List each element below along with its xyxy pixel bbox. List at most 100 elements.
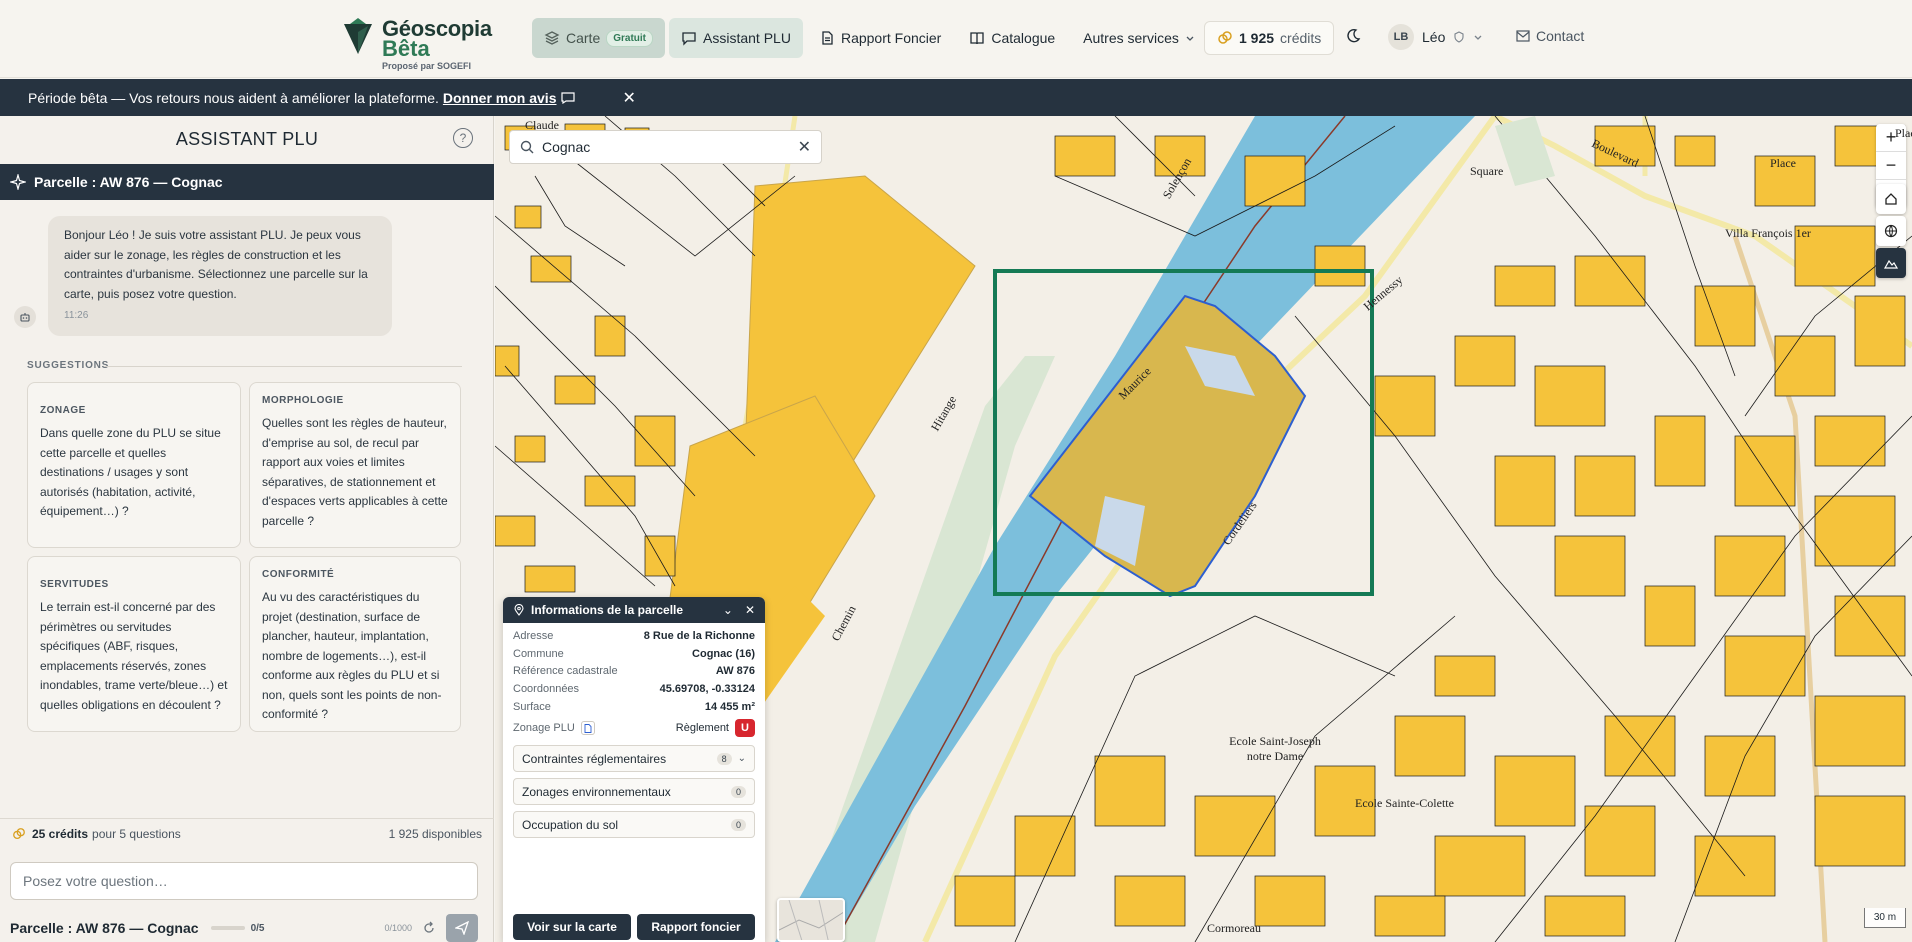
info-row: Commune Cognac (16) [513, 645, 755, 663]
logo-tagline: Proposé par SOGEFI [382, 61, 472, 71]
question-count: 0/5 [250, 922, 265, 934]
nav-catalogue[interactable]: Catalogue [957, 18, 1067, 58]
banner-close-icon[interactable]: ✕ [623, 88, 636, 108]
map-label: Claude [525, 118, 559, 132]
chat-icon [682, 32, 696, 46]
accordion-label: Contraintes réglementaires [522, 751, 667, 766]
map-label: Ecole Saint-Joseph notre Dame [1229, 734, 1321, 763]
suggestion-card-morphologie[interactable]: MORPHOLOGIE Quelles sont les règles de h… [249, 382, 461, 548]
suggestion-key: SERVITUDES [40, 579, 109, 590]
suggestion-key: ZONAGE [40, 405, 86, 416]
assistant-message-text: Bonjour Léo ! Je suis votre assistant PL… [64, 228, 368, 301]
panel-title: ASSISTANT PLU [175, 128, 319, 149]
credits-unit: crédits [1280, 30, 1322, 46]
parcel-info-card: Informations de la parcelle ⌄ ✕ Adresse 8… [503, 597, 765, 942]
main-nav: Carte Gratuit Assistant PLU Rapport Fonc… [532, 18, 1207, 58]
nav-assistant-plu[interactable]: Assistant PLU [669, 18, 803, 58]
basemap-thumbnail [779, 900, 843, 940]
assistant-panel: ASSISTANT PLU ? Parcelle : AW 876 — Cogn… [0, 116, 494, 942]
available-credits: 1 925 disponibles [388, 826, 482, 841]
layers-icon [544, 31, 560, 45]
beta-banner: Période bêta — Vos retours nous aident à… [0, 79, 1912, 116]
suggestion-card-conformite[interactable]: CONFORMITÉ Au vu des caractéristiques du… [249, 556, 461, 732]
home-button[interactable] [1876, 184, 1906, 214]
help-icon[interactable]: ? [453, 128, 473, 148]
map-scale: 30 m [1864, 908, 1906, 928]
selected-parcel-label: Parcelle : AW 876 — Cognac [34, 174, 223, 190]
chevron-down-icon [1474, 35, 1482, 40]
terrain-button[interactable] [1876, 248, 1906, 278]
suggestion-card-zonage[interactable]: ZONAGE Dans quelle zone du PLU se situe … [27, 382, 241, 548]
info-row: Coordonnées 45.69708, -0.33124 [513, 680, 755, 698]
close-icon[interactable]: ✕ [745, 603, 755, 617]
nav-carte[interactable]: Carte Gratuit [532, 18, 666, 58]
info-label: Surface [513, 700, 551, 713]
zonage-label: Zonage PLU [513, 722, 575, 735]
info-value: 45.69708, -0.33124 [659, 682, 755, 695]
document-icon[interactable] [580, 721, 595, 736]
accordion-zonages-env[interactable]: Zonages environnementaux 0 [513, 778, 755, 806]
char-count: 0/1000 [384, 923, 412, 933]
parcel-info-header: Informations de la parcelle ⌄ ✕ [503, 597, 765, 623]
clear-search-icon[interactable]: ✕ [798, 137, 811, 157]
nav-autres-services[interactable]: Autres services [1071, 18, 1207, 58]
moon-icon[interactable] [1345, 28, 1361, 44]
map-search-value[interactable]: Cognac [542, 139, 590, 155]
suggestion-text: Dans quelle zone du PLU se situe cette p… [40, 426, 221, 518]
composer-parcel: Parcelle : AW 876 — Cognac [10, 920, 199, 936]
chevron-down-icon [1186, 36, 1194, 41]
message-time: 11:26 [64, 310, 89, 321]
info-value: 8 Rue de la Richonne [643, 629, 755, 642]
globe-button[interactable] [1876, 216, 1906, 246]
credits-pill[interactable]: 1 925 crédits [1204, 21, 1335, 55]
credits-footer: 25 crédits pour 5 questions 1 925 dispon… [0, 818, 494, 848]
suggestion-key: CONFORMITÉ [262, 569, 335, 580]
contact-link[interactable]: Contact [1516, 28, 1584, 44]
accordion-count: 0 [730, 785, 746, 798]
info-value: 14 455 m² [704, 700, 755, 713]
parcel-info-title: Informations de la parcelle [531, 603, 684, 617]
map-label: Place [1895, 126, 1912, 140]
nav-carte-label: Carte [566, 30, 601, 46]
suggestion-text: Quelles sont les règles de hauteur, d'em… [262, 416, 448, 528]
map-label: Square [1470, 164, 1504, 178]
user-name: Léo [1422, 29, 1446, 45]
basemap-switcher[interactable] [777, 898, 845, 942]
zonage-row: Zonage PLU Règlement U [513, 717, 755, 739]
suggestion-card-servitudes[interactable]: SERVITUDES Le terrain est-il concerné pa… [27, 556, 241, 732]
land-report-button[interactable]: Rapport foncier [637, 914, 755, 940]
question-cost-suffix: pour 5 questions [92, 826, 181, 841]
nav-rapport-foncier[interactable]: Rapport Foncier [807, 18, 953, 58]
accordion-contraintes[interactable]: Contraintes réglementaires 8 ⌄ [513, 745, 755, 773]
document-icon [822, 31, 833, 45]
mountain-icon [1884, 259, 1898, 269]
zoom-out-button[interactable]: − [1876, 152, 1906, 180]
suggestion-text: Au vu des caractéristiques du projet (de… [262, 590, 442, 721]
accordion-label: Occupation du sol [522, 817, 619, 832]
user-menu[interactable]: LB Léo [1388, 24, 1483, 50]
send-button[interactable] [446, 914, 478, 942]
assistant-message: Bonjour Léo ! Je suis votre assistant PL… [48, 216, 392, 336]
info-row: Surface 14 455 m² [513, 698, 755, 716]
accordion-occupation-sol[interactable]: Occupation du sol 0 [513, 811, 755, 839]
progress-track [210, 926, 245, 930]
book-icon [970, 32, 984, 45]
logo-beta: Bêta [382, 36, 430, 61]
reset-icon[interactable] [422, 921, 436, 935]
suggestion-text: Le terrain est-il concerné par des périm… [40, 600, 228, 712]
info-label: Référence cadastrale [513, 665, 618, 678]
logo[interactable]: Géoscopia Bêta Proposé par SOGEFI [340, 18, 492, 71]
shield-icon [1454, 31, 1464, 43]
question-input[interactable] [10, 862, 478, 900]
zone-badge[interactable]: U [735, 719, 755, 738]
map[interactable]: Cognac ✕ + − ▲ Claude Solençon Square Bo… [495, 116, 1912, 942]
question-progress: 0/5 [210, 922, 265, 934]
map-search[interactable]: Cognac ✕ [509, 130, 822, 164]
top-navigation: Géoscopia Bêta Proposé par SOGEFI Carte … [0, 0, 1912, 78]
feedback-link[interactable]: Donner mon avis [443, 90, 557, 106]
collapse-icon[interactable]: ⌄ [723, 603, 733, 617]
info-row: Adresse 8 Rue de la Richonne [513, 627, 755, 645]
free-badge: Gratuit [606, 29, 654, 47]
coins-icon [1218, 31, 1232, 44]
view-on-map-button[interactable]: Voir sur la carte [513, 914, 631, 940]
